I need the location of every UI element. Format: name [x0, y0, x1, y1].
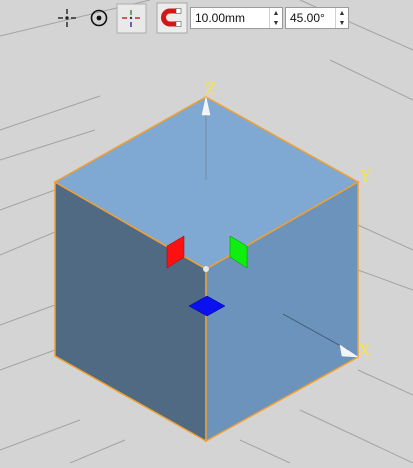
- 3d-viewport[interactable]: Z Y X ▲ ▼ ▲ ▼: [0, 0, 413, 464]
- angle-decrement-button[interactable]: ▼: [336, 18, 348, 28]
- angle-spinbox[interactable]: ▲ ▼: [285, 7, 349, 29]
- distance-increment-button[interactable]: ▲: [270, 8, 282, 18]
- distance-input[interactable]: [191, 8, 271, 28]
- angle-spin-arrows[interactable]: ▲ ▼: [335, 8, 348, 28]
- move-crosshair-icon[interactable]: [58, 9, 76, 27]
- scale-axes-icon[interactable]: [116, 3, 147, 34]
- distance-spin-arrows[interactable]: ▲ ▼: [269, 8, 282, 28]
- distance-decrement-button[interactable]: ▼: [270, 18, 282, 28]
- scene-canvas[interactable]: [0, 0, 413, 464]
- angle-input[interactable]: [286, 8, 336, 28]
- distance-spinbox[interactable]: ▲ ▼: [190, 7, 283, 29]
- magnet-snap-icon[interactable]: [156, 2, 188, 34]
- angle-increment-button[interactable]: ▲: [336, 8, 348, 18]
- origin-point[interactable]: [203, 266, 209, 272]
